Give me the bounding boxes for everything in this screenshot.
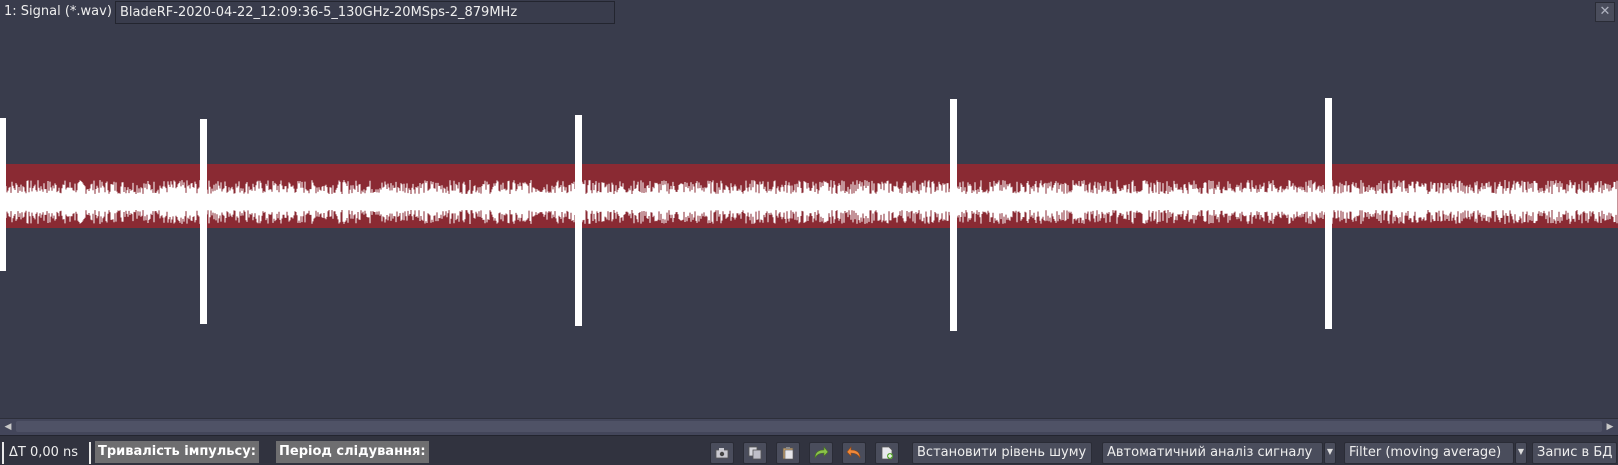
new-document-icon: [881, 446, 893, 460]
copy-button[interactable]: [743, 442, 767, 464]
signal-plot[interactable]: [0, 26, 1618, 418]
save-to-db-button[interactable]: Запис в БД: [1532, 442, 1617, 464]
tracking-period-label: Період слідування:: [276, 441, 429, 463]
scrollbar-thumb[interactable]: [16, 421, 1602, 432]
pulse-duration-label: Тривалість імпульсу:: [95, 441, 259, 463]
filename-field[interactable]: BladeRF-2020-04-22_12:09:36-5_130GHz-20M…: [115, 1, 615, 24]
signal-pulse: [950, 99, 957, 331]
separator: [2, 442, 4, 464]
auto-analysis-dropdown-icon[interactable]: ▼: [1324, 442, 1336, 464]
scroll-right-icon[interactable]: ▶: [1602, 419, 1618, 435]
waveform-canvas[interactable]: [0, 26, 1618, 418]
new-document-button[interactable]: [875, 442, 899, 464]
close-icon[interactable]: ✕: [1595, 2, 1615, 22]
camera-icon: [715, 448, 729, 459]
signal-pulse: [0, 118, 6, 271]
signal-title: 1: Signal (*.wav): [4, 4, 112, 19]
filter-button[interactable]: Filter (moving average): [1344, 442, 1514, 464]
redo-icon: [814, 446, 829, 459]
horizontal-scrollbar[interactable]: ◀ ▶: [0, 418, 1618, 435]
auto-analysis-button[interactable]: Автоматичний аналіз сигналу: [1102, 442, 1323, 464]
signal-pulse: [575, 115, 582, 326]
undo-icon: [846, 446, 861, 459]
undo-button[interactable]: [842, 442, 866, 464]
paste-icon: [782, 447, 794, 460]
title-bar: 1: Signal (*.wav) BladeRF-2020-04-22_12:…: [0, 0, 1618, 26]
screenshot-button[interactable]: [710, 442, 734, 464]
paste-button[interactable]: [776, 442, 800, 464]
scroll-left-icon[interactable]: ◀: [0, 419, 16, 435]
delta-t-readout: ΔT 0,00 ns: [9, 445, 79, 460]
filter-dropdown-icon[interactable]: ▼: [1515, 442, 1527, 464]
status-bar: ΔT 0,00 ns Тривалість імпульсу: Період с…: [0, 435, 1618, 465]
signal-pulse: [200, 119, 207, 324]
copy-icon: [748, 446, 762, 460]
signal-pulse: [1325, 98, 1332, 329]
separator: [89, 442, 91, 464]
redo-button[interactable]: [809, 442, 833, 464]
set-noise-level-button[interactable]: Встановити рівень шуму: [912, 442, 1092, 464]
